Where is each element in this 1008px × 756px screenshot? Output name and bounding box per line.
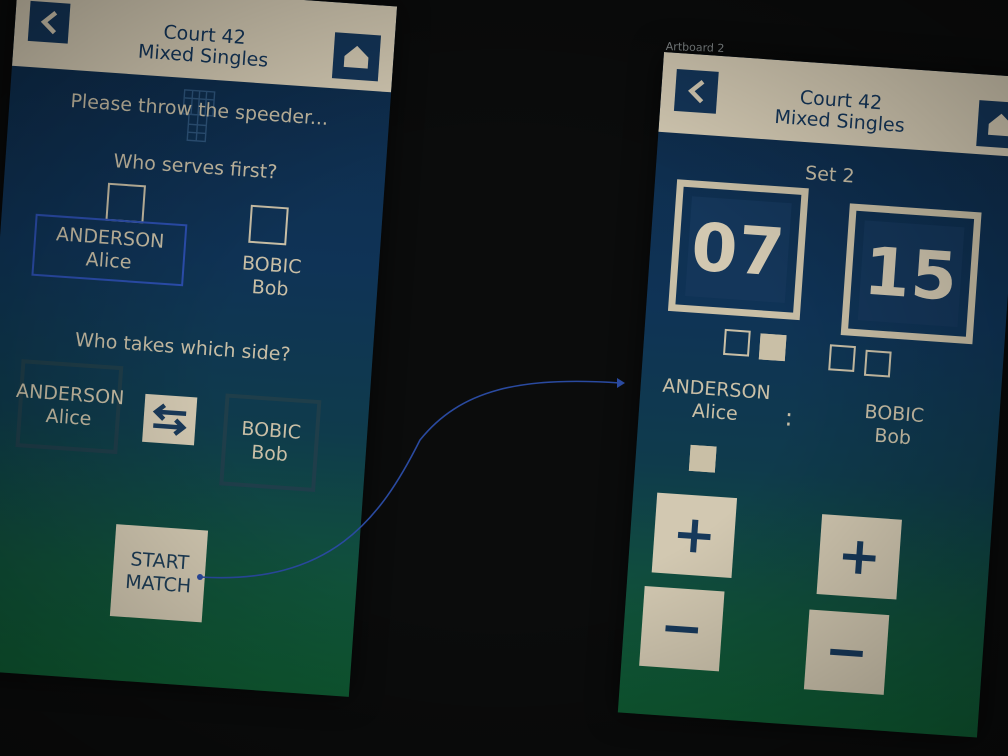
- prototype-canvas: Court 42 Mixed Singles Please throw the: [0, 0, 1008, 756]
- prototype-link-connector: [197, 378, 625, 580]
